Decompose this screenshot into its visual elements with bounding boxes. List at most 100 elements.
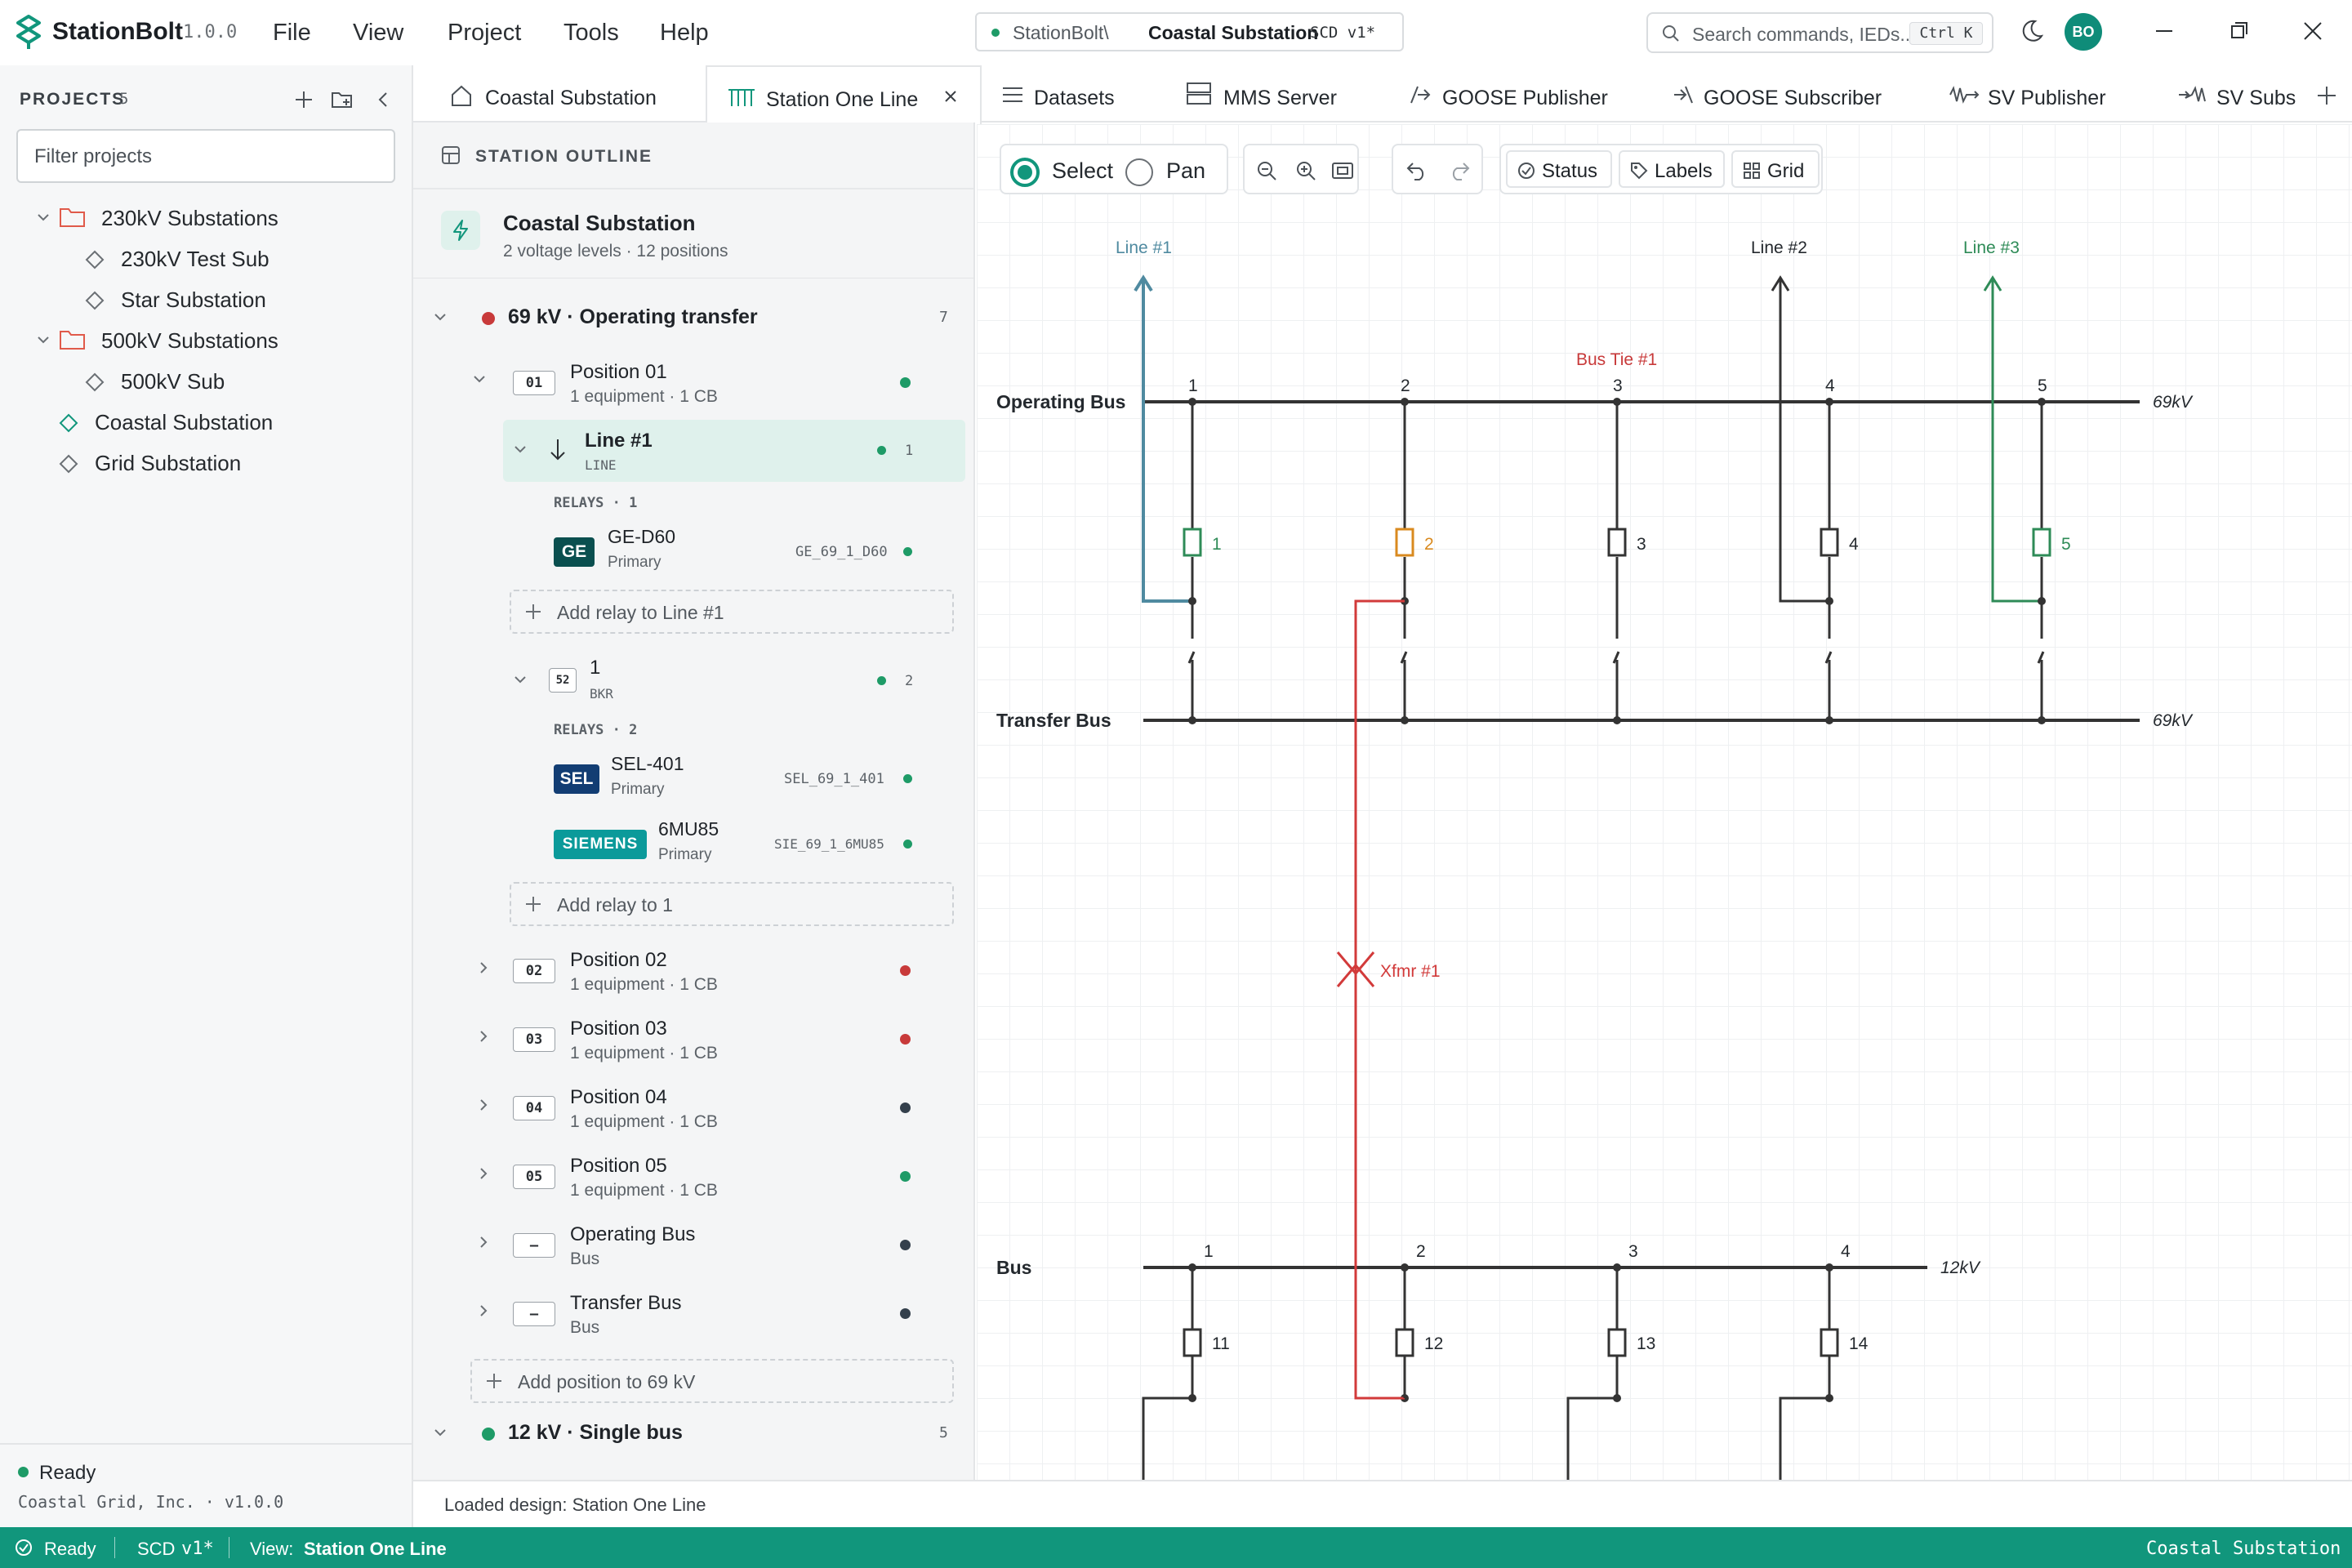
add-position-button[interactable]: Add position to 69 kV	[470, 1359, 954, 1403]
position-04[interactable]: 04 Position 04 1 equipment · 1 CB	[467, 1083, 941, 1132]
relay-role: Primary	[658, 846, 712, 863]
position-03[interactable]: 03 Position 03 1 equipment · 1 CB	[467, 1014, 941, 1063]
breaker-14[interactable]	[1820, 1328, 1839, 1357]
breaker-3[interactable]	[1607, 528, 1627, 557]
tab-coastal-substation[interactable]: Coastal Substation	[431, 65, 709, 122]
station-icon-box	[441, 211, 480, 250]
close-window-icon[interactable]	[2296, 15, 2329, 47]
close-tab-icon[interactable]	[942, 88, 959, 105]
breaker-4[interactable]	[1820, 528, 1839, 557]
chevron-down-icon[interactable]	[36, 335, 51, 346]
add-relay-1-button[interactable]: Add relay to 1	[510, 882, 954, 926]
feeder-verticals	[1142, 1267, 1831, 1480]
menu-project[interactable]: Project	[448, 20, 521, 47]
tree-label: Star Substation	[121, 287, 266, 312]
tab-goose-publisher[interactable]: GOOSE Publisher	[1408, 65, 1620, 122]
plus-icon	[487, 1374, 501, 1388]
breaker-12[interactable]	[1395, 1328, 1414, 1357]
outline-icon	[442, 146, 460, 164]
equipment-breaker-1[interactable]: 52 1 BKR 2	[503, 655, 965, 712]
position-name: Position 01	[570, 361, 667, 383]
tab-goose-subscriber[interactable]: GOOSE Subscriber	[1671, 65, 1900, 122]
relay-sel-401[interactable]: SEL SEL-401 Primary SEL_69_1_401	[554, 753, 946, 802]
breaker-1[interactable]	[1183, 528, 1202, 557]
position-transfer-bus[interactable]: – Transfer Bus Bus	[467, 1289, 941, 1338]
bay-number: 4	[1841, 1242, 1851, 1261]
one-line-diagram[interactable]: Operating Bus Transfer Bus Bus 69kV 69kV…	[977, 124, 2352, 1480]
relay-name: GE-D60	[608, 526, 676, 547]
add-relay-line-button[interactable]: Add relay to Line #1	[510, 590, 954, 634]
tab-mms-server[interactable]: MMS Server	[1186, 65, 1382, 122]
breaker-5[interactable]	[2032, 528, 2051, 557]
user-avatar[interactable]: BO	[2065, 13, 2102, 51]
check-circle-icon	[16, 1539, 32, 1556]
minimize-icon[interactable]	[2148, 15, 2180, 47]
status-bar: Ready SCD v1* View: Station One Line Coa…	[0, 1527, 2352, 1568]
bay-number: 3	[1613, 376, 1623, 395]
project-path[interactable]: StationBolt\ Coastal Substation SCD v1*	[975, 12, 1404, 51]
status-dot	[900, 1308, 911, 1319]
status-project: Coastal Substation	[2146, 1539, 2341, 1559]
add-tab-icon[interactable]	[2314, 83, 2339, 108]
voltage-label: 12 kV · Single bus	[508, 1421, 683, 1444]
tab-datasets[interactable]: Datasets	[998, 65, 1161, 122]
subscribe-icon	[1674, 86, 1693, 104]
breaker-2[interactable]	[1395, 528, 1414, 557]
menu-tools[interactable]: Tools	[564, 20, 619, 47]
company-version: Coastal Grid, Inc. · v1.0.0	[18, 1492, 284, 1512]
voltage-label: 69 kV · Operating transfer	[508, 305, 758, 328]
position-05[interactable]: 05 Position 05 1 equipment · 1 CB	[467, 1152, 941, 1200]
tab-station-one-line[interactable]: Station One Line	[706, 65, 982, 124]
sidebar-status: Ready	[39, 1462, 96, 1484]
position-01[interactable]: 01 Position 01 1 equipment · 1 CB	[467, 358, 941, 407]
theme-toggle-icon[interactable]	[2019, 18, 2045, 44]
menu-view[interactable]: View	[353, 20, 403, 47]
path-project-name: Coastal Substation	[1148, 22, 1319, 43]
relays-label: RELAYS · 2	[554, 722, 638, 738]
new-folder-icon[interactable]	[330, 88, 354, 111]
menu-file[interactable]: File	[273, 20, 311, 47]
command-search[interactable]: Search commands, IEDs... Ctrl K	[1646, 12, 1993, 53]
restore-icon[interactable]	[2223, 15, 2256, 47]
relay-siemens-6mu85[interactable]: SIEMENS 6MU85 Primary SIE_69_1_6MU85	[554, 818, 946, 867]
plus-icon	[526, 604, 541, 619]
bay-verticals	[1187, 402, 2045, 720]
tab-sv-subscriber[interactable]: SV Subs	[2177, 65, 2308, 122]
voltage-level-69kv[interactable]: 69 kV · Operating transfer 7	[433, 304, 956, 336]
breaker-label: 11	[1212, 1334, 1230, 1353]
station-summary: 2 voltage levels · 12 positions	[503, 242, 728, 261]
tab-sv-publisher[interactable]: SV Publisher	[1949, 65, 2145, 122]
one-line-canvas[interactable]: Select Pan Status Labels Grid Operating …	[977, 124, 2352, 1480]
chevron-down-icon	[514, 676, 526, 684]
position-operating-bus[interactable]: – Operating Bus Bus	[467, 1220, 941, 1269]
collapse-sidebar-icon[interactable]	[372, 88, 395, 111]
diamond-icon	[59, 454, 78, 474]
voltage-level-12kv[interactable]: 12 kV · Single bus 5	[433, 1419, 956, 1452]
status-dot	[900, 377, 911, 388]
position-02[interactable]: 02 Position 02 1 equipment · 1 CB	[467, 946, 941, 995]
status-scd: SCD	[137, 1539, 176, 1559]
station-name: Coastal Substation	[503, 211, 696, 235]
breaker-label: 4	[1849, 535, 1859, 554]
bay-number: 1	[1204, 1242, 1214, 1261]
equipment-line-1[interactable]: Line #1 LINE 1	[503, 420, 965, 482]
menu-help[interactable]: Help	[660, 20, 709, 47]
status-dot	[903, 774, 912, 783]
chevron-down-icon	[434, 314, 446, 321]
breaker-13[interactable]	[1607, 1328, 1627, 1357]
chevron-down-icon[interactable]	[36, 212, 51, 224]
line-2-label: Line #2	[1751, 238, 1807, 257]
wave-icon	[2179, 86, 2206, 102]
status-view: Station One Line	[304, 1539, 447, 1559]
equipment-name: Line #1	[585, 430, 653, 452]
relay-ge-d60[interactable]: GE GE-D60 Primary GE_69_1_D60	[554, 526, 946, 575]
chevron-down-icon	[514, 446, 526, 453]
breaker-label: 2	[1424, 535, 1434, 554]
status-dot	[877, 446, 886, 455]
chevron-right-icon	[480, 1031, 488, 1042]
filter-projects-input[interactable]: Filter projects	[16, 129, 395, 183]
breaker-11[interactable]	[1183, 1328, 1202, 1357]
position-summary: 1 equipment · 1 CB	[570, 387, 718, 406]
add-project-icon[interactable]	[292, 88, 315, 111]
breaker-badge: 52	[549, 668, 577, 693]
